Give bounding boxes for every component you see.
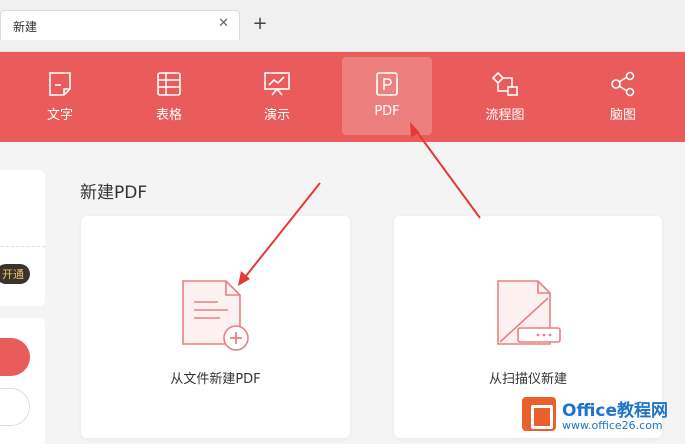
tab-bar: 新建 ✕ +	[0, 0, 685, 52]
mindmap-icon	[611, 71, 635, 97]
close-icon[interactable]: ✕	[218, 16, 229, 31]
toolbar-item-pdf[interactable]: PDF	[342, 57, 432, 135]
open-member-button[interactable]: 开通	[0, 264, 30, 284]
watermark-brand: Office教程网	[562, 401, 669, 421]
new-tab-button[interactable]: +	[250, 11, 270, 37]
watermark: Office教程网 www.office26.com	[522, 393, 684, 439]
pdf-icon	[376, 72, 398, 96]
toolbar-item-label: 流程图	[485, 108, 525, 123]
toolbar-item-label: 文字	[46, 108, 73, 123]
new-pdf-from-file-card[interactable]: 从文件新建PDF	[81, 216, 350, 438]
file-add-icon	[181, 280, 249, 351]
divider	[0, 246, 45, 247]
toolbar-item-label: PDF	[374, 104, 400, 119]
toolbar-item-text[interactable]: 文字	[15, 57, 105, 135]
card-label: 从文件新建PDF	[170, 372, 261, 387]
tab-new[interactable]: 新建 ✕	[0, 10, 240, 40]
side-primary-button[interactable]	[0, 338, 30, 376]
scanner-file-icon	[497, 280, 561, 345]
table-icon	[157, 72, 181, 96]
toolbar-item-label: 表格	[155, 108, 182, 123]
text-doc-icon	[49, 72, 71, 96]
side-menu-card	[0, 318, 45, 444]
toolbar-item-presentation[interactable]: 演示	[232, 57, 322, 135]
toolbar-item-flowchart[interactable]: 流程图	[460, 57, 550, 135]
side-secondary-button[interactable]	[0, 388, 30, 426]
toolbar-item-mindmap[interactable]: 脑图	[578, 57, 668, 135]
doc-type-toolbar: 文字 表格 演示 PDF 流程图 脑图	[0, 52, 685, 142]
page-title: 新建PDF	[80, 183, 148, 203]
account-card: 开通	[0, 170, 45, 306]
office-logo-icon	[522, 397, 556, 431]
watermark-url: www.office26.com	[562, 419, 663, 432]
flowchart-icon	[491, 71, 518, 96]
card-label: 从扫描仪新建	[488, 372, 567, 387]
toolbar-item-label: 脑图	[609, 108, 636, 123]
presentation-icon	[264, 72, 290, 96]
tab-title: 新建	[13, 20, 38, 34]
toolbar-item-label: 演示	[263, 108, 290, 123]
toolbar-item-sheet[interactable]: 表格	[124, 57, 214, 135]
